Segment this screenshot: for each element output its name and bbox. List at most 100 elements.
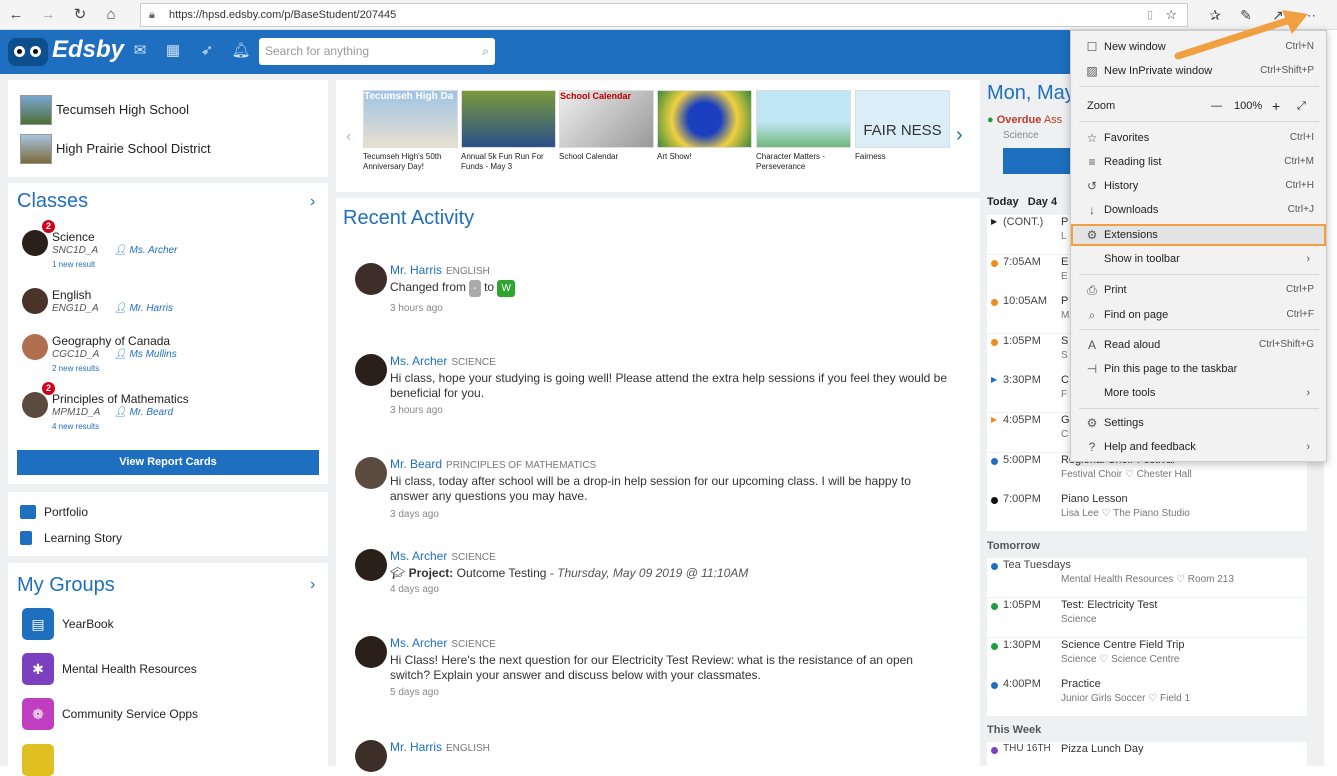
- calendar-event[interactable]: Tea Tuesdays Mental Health Resources ♡ Ro…: [987, 558, 1307, 597]
- zoom-level: 100%: [1234, 100, 1263, 112]
- inprivate-icon: ▨: [1086, 64, 1098, 78]
- mail-icon[interactable]: ✉: [130, 41, 150, 61]
- recent-activity-title: Recent Activity: [343, 207, 475, 229]
- portfolio-link[interactable]: Portfolio: [20, 505, 88, 519]
- carousel-item[interactable]: FAIR NESS Fairness: [855, 90, 950, 162]
- help-icon: ?: [1088, 440, 1096, 454]
- download-icon: ↓: [1089, 203, 1095, 217]
- carousel-item[interactable]: Tecumseh High Da Tecumseh High's 50th Ann…: [363, 90, 458, 172]
- avatar: [355, 636, 387, 668]
- learning-story-link[interactable]: Learning Story: [20, 531, 122, 545]
- school-link[interactable]: Tecumseh High School: [20, 95, 189, 125]
- teacher-link[interactable]: 👤︎ Ms. Archer: [114, 245, 177, 256]
- bell-icon[interactable]: 🔔︎: [231, 41, 251, 61]
- find-icon: ⌕: [1088, 308, 1096, 322]
- menu-favorites[interactable]: ☆ Favorites Ctrl+I: [1071, 126, 1328, 150]
- calendar-event[interactable]: 4:00PM Practice Junior Girls Soccer ♡ Fiel…: [987, 677, 1307, 716]
- chevron-right-icon: ›: [1306, 387, 1310, 399]
- fullscreen-icon[interactable]: ⤢: [1297, 94, 1306, 118]
- search-input[interactable]: Search for anything ⌕: [259, 38, 495, 65]
- district-photo: [20, 134, 52, 164]
- class-item-science[interactable]: 2 Science SNC1D_A 👤︎ Ms. Archer 1 new re…: [22, 220, 322, 276]
- lock-icon: 🔒︎: [149, 9, 155, 21]
- chevron-right-icon[interactable]: ›: [310, 193, 315, 211]
- calendar-event[interactable]: 1:05PM Test: Electricity Test Science: [987, 598, 1307, 637]
- menu-find-on-page[interactable]: ⌕ Find on page Ctrl+F: [1071, 303, 1328, 327]
- classes-title[interactable]: Classes: [17, 190, 88, 213]
- calendar-date-title[interactable]: Mon, May: [987, 82, 1075, 105]
- school-photo: [20, 95, 52, 125]
- browser-toolbar: ← → ↻ ⌂ 🔒︎ https://hpsd.edsby.com/p/Base…: [0, 0, 1337, 30]
- menu-help-feedback[interactable]: ? Help and feedback ›: [1071, 435, 1328, 459]
- chevron-right-icon[interactable]: ›: [310, 576, 315, 594]
- back-icon[interactable]: ←: [6, 5, 26, 25]
- teacher-link[interactable]: 👤︎ Ms Mullins: [114, 349, 177, 360]
- menu-read-aloud[interactable]: A Read aloud Ctrl+Shift+G: [1071, 333, 1328, 357]
- pin-icon: ⊣: [1086, 362, 1098, 376]
- group-item-yearbook[interactable]: ▤ YearBook: [22, 608, 114, 640]
- calendar-event[interactable]: 1:30PM Science Centre Field Trip Science ♡…: [987, 638, 1307, 677]
- calendar-event[interactable]: THU 16TH Pizza Lunch Day: [987, 742, 1307, 766]
- book-icon: [20, 531, 32, 545]
- carousel-next-icon[interactable]: ›: [956, 124, 963, 147]
- carousel-item[interactable]: Annual 5k Fun Run For Funds - May 3: [461, 90, 556, 172]
- zoom-in-icon[interactable]: +: [1272, 94, 1280, 118]
- home-icon[interactable]: ⌂: [101, 5, 121, 25]
- calendar-icon[interactable]: ▦: [163, 41, 183, 61]
- group-item-partial[interactable]: [22, 744, 62, 776]
- teacher-link[interactable]: 👤︎ Mr. Beard: [114, 407, 173, 418]
- carousel-item[interactable]: Art Show!: [657, 90, 752, 162]
- teacher-link[interactable]: 👤︎ Mr. Harris: [114, 303, 173, 314]
- chevron-right-icon: ›: [1306, 441, 1310, 453]
- menu-more-tools[interactable]: More tools ›: [1071, 381, 1328, 405]
- menu-print[interactable]: ⎙ Print Ctrl+P: [1071, 278, 1328, 302]
- zoom-out-icon[interactable]: —: [1211, 94, 1222, 118]
- menu-history[interactable]: ↺ History Ctrl+H: [1071, 174, 1328, 198]
- menu-reading-list[interactable]: ≡ Reading list Ctrl+M: [1071, 150, 1328, 174]
- group-item-community-service[interactable]: ❁ Community Service Opps: [22, 698, 198, 730]
- view-report-cards-button[interactable]: View Report Cards: [17, 450, 319, 475]
- menu-extensions[interactable]: ⚙ Extensions: [1071, 223, 1328, 247]
- read-aloud-icon: A: [1087, 338, 1096, 352]
- class-item-math[interactable]: 2 Principles of Mathematics MPM1D_A 👤︎ M…: [22, 382, 322, 438]
- graduation-cap-icon: 🎓︎: [390, 566, 406, 580]
- reading-view-icon[interactable]: ▯: [1147, 4, 1153, 26]
- menu-pin-taskbar[interactable]: ⊣ Pin this page to the taskbar: [1071, 357, 1328, 381]
- avatar: [355, 549, 387, 581]
- avatar: [22, 392, 48, 418]
- carousel-item[interactable]: School Calendar School Calendar: [559, 90, 654, 162]
- group-icon: [22, 744, 54, 776]
- edsby-logo[interactable]: Edsby: [8, 34, 124, 68]
- groups-title[interactable]: My Groups: [17, 574, 115, 597]
- schools-panel: Tecumseh High School High Prairie School…: [8, 80, 328, 177]
- avatar: [22, 288, 48, 314]
- gear-icon: ⚙: [1086, 416, 1098, 430]
- menu-show-in-toolbar[interactable]: Show in toolbar ›: [1071, 247, 1328, 271]
- class-item-geography[interactable]: Geography of Canada CGC1D_A 👤︎ Ms Mullin…: [22, 334, 322, 380]
- annotation-arrow-icon: [1174, 10, 1308, 60]
- avatar: [355, 457, 387, 489]
- address-bar[interactable]: 🔒︎ https://hpsd.edsby.com/p/BaseStudent/…: [140, 3, 1188, 27]
- printer-icon: ⎙: [1087, 283, 1097, 297]
- carousel-item[interactable]: Character Matters - Perseverance: [756, 90, 851, 172]
- district-link[interactable]: High Prairie School District: [20, 134, 211, 164]
- carousel-prev-icon[interactable]: ‹: [346, 128, 351, 146]
- people-icon: ❁: [22, 698, 54, 730]
- menu-settings[interactable]: ⚙ Settings: [1071, 411, 1328, 435]
- dot-icon: ●: [987, 114, 994, 126]
- browser-more-menu: ☐ New window Ctrl+N ▨ New InPrivate window C…: [1070, 30, 1327, 462]
- logo-eyes-icon: [8, 38, 48, 66]
- folder-icon: [20, 505, 36, 519]
- edsby-header: Edsby ✉ ▦ ➶ 🔔︎ Search for anything ⌕: [0, 30, 1070, 74]
- calendar-event[interactable]: 7:00PM Piano Lesson Lisa Lee ♡ The Piano S…: [987, 492, 1307, 531]
- avatar: [355, 263, 387, 295]
- menu-downloads[interactable]: ↓ Downloads Ctrl+J: [1071, 198, 1328, 222]
- forward-icon[interactable]: →: [38, 5, 58, 25]
- rocket-icon[interactable]: ➶: [197, 41, 217, 61]
- group-item-mental-health[interactable]: ✱ Mental Health Resources: [22, 653, 197, 685]
- puzzle-icon: ⚙: [1086, 228, 1098, 242]
- overdue-button[interactable]: [1003, 148, 1073, 174]
- chevron-right-icon: ›: [1306, 253, 1310, 265]
- class-item-english[interactable]: English ENG1D_A 👤︎ Mr. Harris: [22, 288, 322, 334]
- refresh-icon[interactable]: ↻: [70, 5, 90, 25]
